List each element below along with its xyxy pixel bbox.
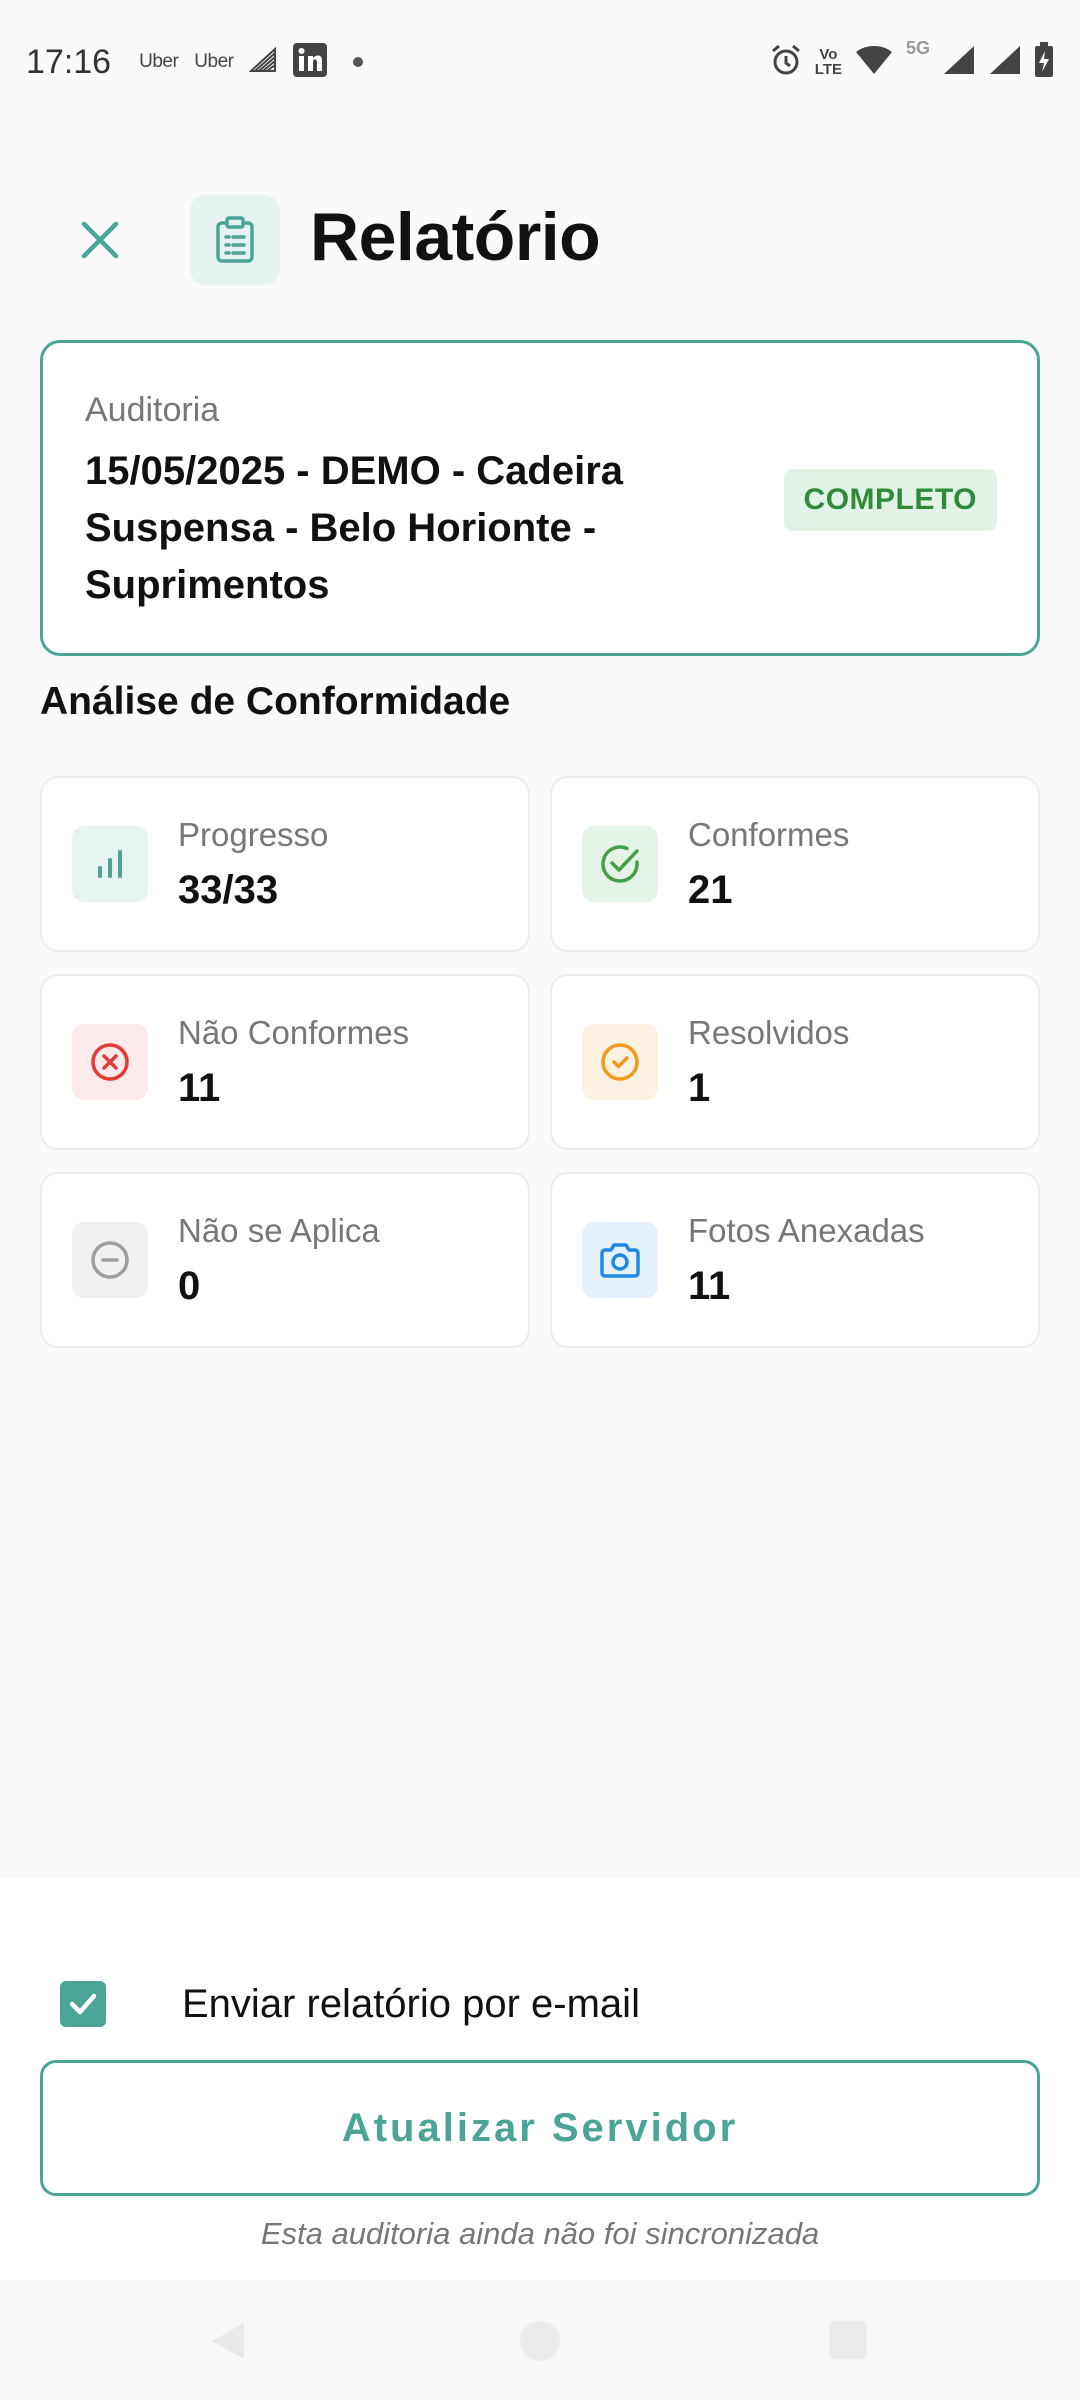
cell-signal-icon	[988, 44, 1022, 81]
check-circle-icon	[601, 845, 639, 883]
stat-card-fotos: Fotos Anexadas 11	[550, 1172, 1040, 1348]
linkedin-icon	[293, 42, 328, 82]
camera-icon	[600, 1243, 640, 1278]
bar-chart-icon	[98, 850, 122, 878]
status-badge: COMPLETO	[783, 469, 997, 531]
stat-icon-box	[72, 1024, 148, 1100]
notification-icons: Uber Uber	[139, 42, 364, 82]
wifi-icon	[854, 44, 894, 81]
stat-label: Não se Aplica	[178, 1212, 380, 1249]
cell-signal-icon	[942, 44, 976, 81]
stat-value: 11	[178, 1066, 221, 1110]
stat-card-resolvidos: Resolvidos 1	[550, 974, 1040, 1150]
email-checkbox[interactable]	[60, 1981, 106, 2027]
recents-square-icon	[829, 2321, 867, 2359]
check-circle-icon	[601, 1043, 639, 1081]
close-icon	[81, 221, 119, 259]
stat-card-nao-conformes: Não Conformes 11	[40, 974, 530, 1150]
signal-app-icon	[248, 46, 277, 78]
report-icon-box	[190, 195, 280, 285]
stat-card-nao-se-aplica: Não se Aplica 0	[40, 1172, 530, 1348]
stat-value: 11	[688, 1264, 731, 1308]
email-label: Enviar relatório por e-mail	[182, 1981, 640, 2026]
volte-indicator: Vo LTE	[814, 46, 842, 78]
nav-back-button[interactable]	[208, 2320, 248, 2367]
audit-card: Auditoria 15/05/2025 - DEMO - Cadeira Su…	[40, 340, 1040, 656]
stat-label: Resolvidos	[688, 1014, 850, 1051]
stat-icon-box	[582, 1222, 658, 1298]
stat-icon-box	[582, 1024, 658, 1100]
email-report-toggle[interactable]: Enviar relatório por e-mail	[60, 1964, 640, 2044]
page-title: Relatório	[310, 199, 601, 275]
update-server-button[interactable]: Atualizar Servidor	[40, 2060, 1040, 2196]
stat-label: Não Conformes	[178, 1014, 410, 1051]
system-icons: Vo LTE 5G	[769, 38, 1054, 83]
home-circle-icon	[520, 2321, 560, 2361]
clipboard-icon	[216, 216, 254, 263]
checkmark-icon	[69, 1993, 97, 2015]
nav-recents-button[interactable]	[828, 2320, 868, 2365]
system-navigation-bar	[0, 2280, 1080, 2400]
stat-label: Fotos Anexadas	[688, 1212, 925, 1249]
stat-value: 1	[688, 1066, 711, 1110]
network-type: 5G	[905, 37, 930, 58]
stat-icon-box	[72, 1222, 148, 1298]
more-notifications-dot	[353, 57, 364, 67]
x-circle-icon	[91, 1043, 129, 1081]
minus-circle-icon	[91, 1241, 129, 1279]
stat-icon-box	[582, 826, 658, 902]
sync-status-note: Esta auditoria ainda não foi sincronizad…	[260, 2216, 820, 2251]
stat-card-progress: Progresso 33/33	[40, 776, 530, 952]
uber-notification-icon: Uber	[139, 51, 179, 72]
stat-icon-box	[72, 826, 148, 902]
stat-label: Conformes	[688, 816, 850, 853]
back-triangle-icon	[212, 2323, 244, 2359]
uber-notification-icon: Uber	[194, 51, 234, 72]
bottom-panel: Enviar relatório por e-mail Atualizar Se…	[0, 1878, 1080, 2280]
status-bar: 17:16 Uber Uber Vo LTE 5G	[0, 0, 1080, 124]
close-button[interactable]	[60, 210, 140, 270]
stat-value: 0	[178, 1264, 201, 1308]
audit-name: 15/05/2025 - DEMO - Cadeira Suspensa - B…	[85, 449, 624, 607]
alarm-icon	[769, 43, 803, 82]
nav-home-button[interactable]	[519, 2320, 561, 2367]
stat-value: 33/33	[178, 868, 279, 912]
audit-label: Auditoria	[85, 391, 220, 429]
section-title: Análise de Conformidade	[40, 680, 511, 723]
stat-value: 21	[688, 868, 733, 912]
battery-charging-icon	[1034, 41, 1054, 83]
status-time: 17:16	[26, 42, 112, 81]
stat-card-conformes: Conformes 21	[550, 776, 1040, 952]
app-header: Relatório	[0, 190, 1080, 290]
stat-label: Progresso	[178, 816, 329, 853]
